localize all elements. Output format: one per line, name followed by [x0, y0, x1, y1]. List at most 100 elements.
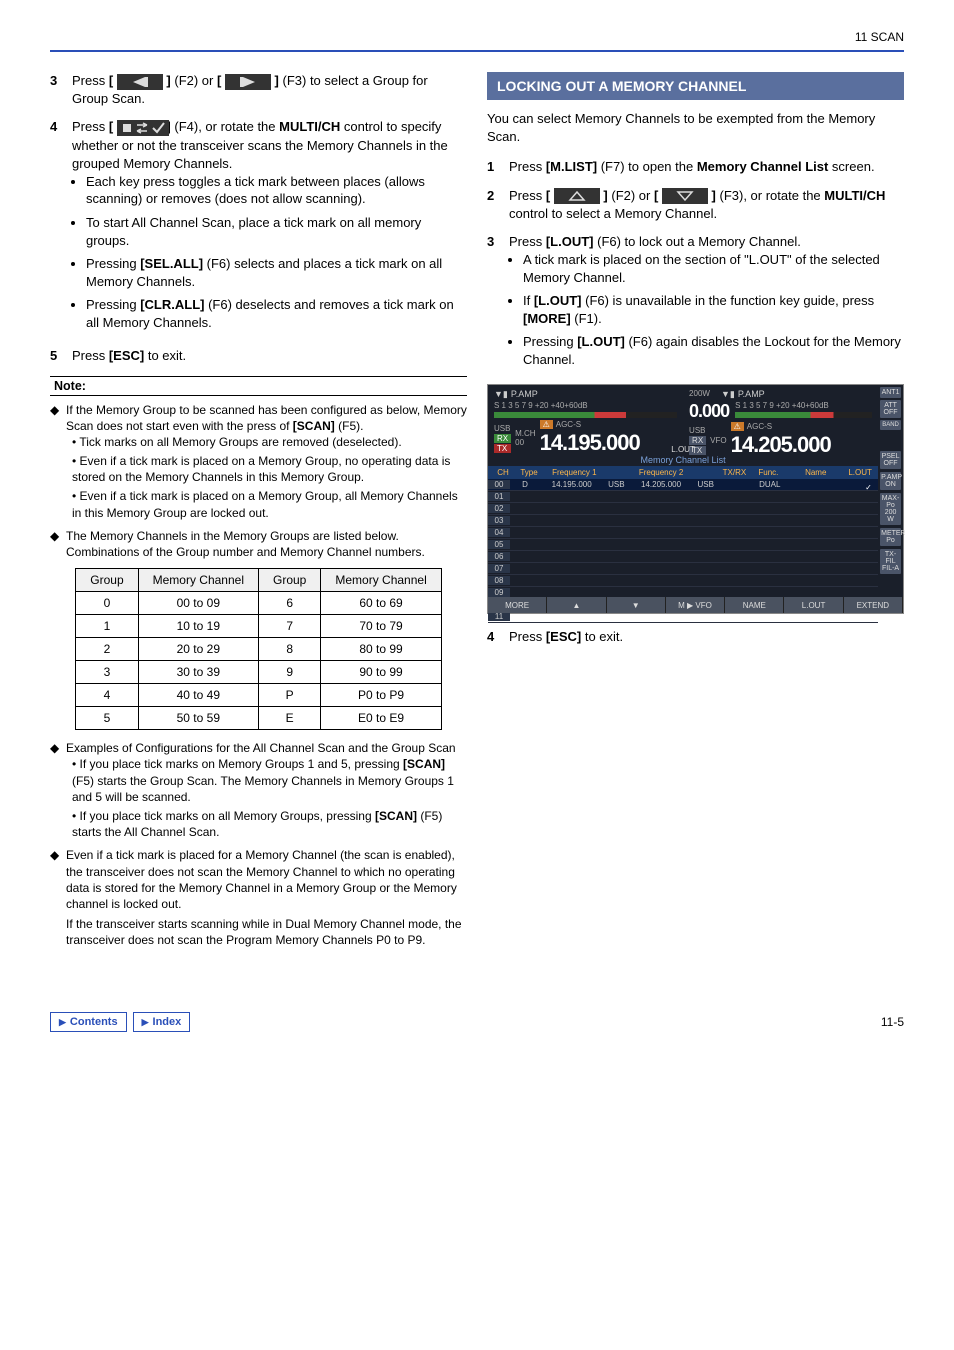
diamond-icon: ◆: [50, 402, 66, 524]
text-bold: [SCAN]: [403, 757, 445, 771]
text: (F5).: [335, 419, 364, 433]
col: Name: [785, 468, 846, 477]
label: 200W: [689, 389, 710, 400]
page-footer: Contents Index 11-5: [50, 1012, 904, 1032]
td: E0 to E9: [321, 707, 441, 730]
label: USB: [689, 426, 706, 435]
text: control to select a Memory Channel.: [509, 206, 717, 221]
fkey: ▲: [547, 597, 606, 613]
text: Press: [509, 234, 546, 249]
td: 9: [259, 661, 321, 684]
label: P.AMP: [738, 389, 765, 400]
index-button[interactable]: Index: [133, 1012, 191, 1032]
group-toggle-icon: [117, 120, 163, 136]
col: [605, 468, 631, 477]
section-title-bar: LOCKING OUT A MEMORY CHANNEL: [487, 72, 904, 100]
text: Examples of Configurations for the All C…: [66, 741, 456, 755]
sub-note: • If you place tick marks on all Memory …: [72, 808, 467, 840]
diamond-icon: ◆: [50, 528, 66, 560]
col: Frequency 2: [631, 468, 692, 477]
step-5: 5 Press [ESC] to exit.: [50, 347, 467, 365]
col: Frequency 1: [544, 468, 605, 477]
group-table: Group Memory Channel Group Memory Channe…: [75, 568, 441, 730]
page-number: 11-5: [881, 1015, 904, 1029]
text: Press: [72, 73, 109, 88]
step-number: 4: [50, 118, 72, 337]
text: Tick marks on all Memory Groups are remo…: [79, 435, 401, 449]
td: 0: [76, 592, 138, 615]
text: If you place tick marks on all Memory Gr…: [80, 809, 375, 823]
chip: BAND: [880, 420, 901, 430]
td: 10 to 19: [138, 615, 258, 638]
td: 60 to 69: [321, 592, 441, 615]
text: Even if a tick mark is placed on a Memor…: [72, 489, 458, 519]
step-4: 4 Press [ ] (F4), or rotate the MULTI/CH…: [50, 118, 467, 337]
note-item: ◆ The Memory Channels in the Memory Grou…: [50, 528, 467, 560]
td: 8: [259, 638, 321, 661]
text-bold: MULTI/CH: [279, 119, 340, 134]
step-number: 1: [487, 158, 509, 176]
text-bold: [ESC]: [109, 348, 144, 363]
th: Group: [76, 569, 138, 592]
th: Group: [259, 569, 321, 592]
text: If the Memory Group to be scanned has be…: [66, 403, 467, 433]
text: Each key press toggles a tick mark betwe…: [86, 174, 425, 207]
text: Pressing: [523, 334, 577, 349]
td: 90 to 99: [321, 661, 441, 684]
note-item: ◆ Even if a tick mark is placed for a Me…: [50, 847, 467, 948]
chip: PSEL OFF: [880, 451, 901, 469]
td: 00 to 09: [138, 592, 258, 615]
td: 80 to 99: [321, 638, 441, 661]
bullet: Each key press toggles a tick mark betwe…: [86, 173, 467, 208]
header-rule: [50, 50, 904, 52]
text: Pressing: [86, 256, 140, 271]
text-bold: [L.OUT]: [546, 234, 594, 249]
col: Type: [514, 468, 544, 477]
note-item: ◆ If the Memory Group to be scanned has …: [50, 402, 467, 524]
chip: ANT1: [880, 387, 901, 398]
text: The Memory Channels in the Memory Groups…: [66, 529, 425, 559]
bullet: Pressing [CLR.ALL] (F6) deselects and re…: [86, 296, 467, 331]
cell: 00: [488, 480, 510, 489]
text: Press: [72, 119, 109, 134]
text-bold: [MORE]: [523, 311, 571, 326]
cell: 14.205.000: [629, 480, 692, 489]
note-item: ◆ Examples of Configurations for the All…: [50, 740, 467, 843]
bullet: Pressing [L.OUT] (F6) again disables the…: [523, 333, 904, 368]
bullet: If [L.OUT] (F6) is unavailable in the fu…: [523, 292, 904, 327]
text: (F3), or rotate the: [716, 188, 824, 203]
td: 5: [76, 707, 138, 730]
chip: MAX-Po 200 W: [880, 493, 901, 525]
label: P.AMP: [511, 389, 538, 400]
function-key-bar: MORE ▲ ▼ M ▶ VFO NAME L.OUT EXTEND: [488, 597, 903, 613]
th: Memory Channel: [321, 569, 441, 592]
text: to exit.: [144, 348, 186, 363]
chip: ATT OFF: [880, 400, 901, 418]
td: 2: [76, 638, 138, 661]
radio-screenshot: ▼▮ P.AMP S 1 3 5 7 9 +20 +40+60dB USB RX…: [487, 384, 904, 614]
text-bold: MULTI/CH: [824, 188, 885, 203]
list-header: CH Type Frequency 1 Frequency 2 TX/RX Fu…: [488, 466, 878, 479]
contents-button[interactable]: Contents: [50, 1012, 127, 1032]
text-bold: [L.OUT]: [577, 334, 625, 349]
right-column: LOCKING OUT A MEMORY CHANNEL You can sel…: [487, 72, 904, 952]
text: (F1).: [571, 311, 602, 326]
text: (F4), or rotate the: [171, 119, 279, 134]
td: 7: [259, 615, 321, 638]
label: RX: [494, 434, 511, 443]
sub-note: • Tick marks on all Memory Groups are re…: [72, 434, 467, 450]
text: (F2) or: [608, 188, 654, 203]
text-bold: [L.OUT]: [534, 293, 582, 308]
chip: METER Po: [880, 528, 901, 546]
cell: USB: [693, 480, 719, 489]
step-number: 3: [50, 72, 72, 108]
diamond-icon: ◆: [50, 740, 66, 843]
label: RX: [689, 436, 706, 445]
col: Func.: [751, 468, 785, 477]
text: (F7) to open the: [597, 159, 697, 174]
text-bold: [M.LIST]: [546, 159, 597, 174]
text: If you place tick marks on Memory Groups…: [80, 757, 403, 771]
down-arrow-icon: [662, 188, 708, 204]
td: 70 to 79: [321, 615, 441, 638]
td: 40 to 49: [138, 684, 258, 707]
